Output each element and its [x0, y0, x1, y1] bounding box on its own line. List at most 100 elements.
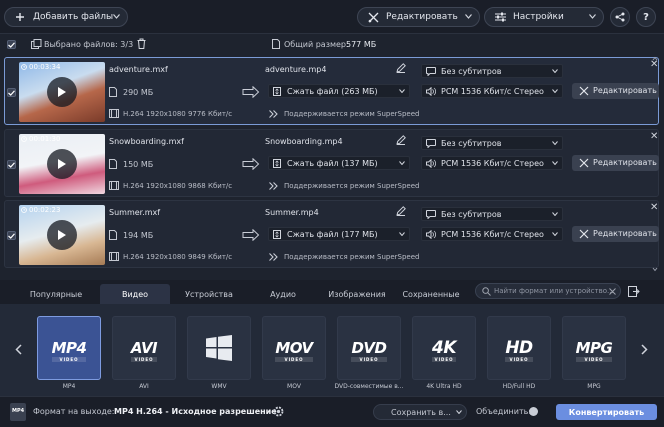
- compress-icon: [273, 230, 281, 239]
- edit-file-button[interactable]: Редактировать: [572, 226, 659, 242]
- format-logo: MOV VIDEO: [275, 340, 313, 362]
- video-thumbnail[interactable]: 00:03:34: [19, 62, 105, 122]
- total-size-label: Общий размер:: [284, 40, 349, 49]
- superspeed-icon: [269, 182, 281, 190]
- subtitles-dropdown[interactable]: Без субтитров: [421, 207, 563, 221]
- file-card[interactable]: 00:03:34 adventure.mxf 290 МБ H.264 1920…: [4, 57, 659, 125]
- output-format-label: Формат на выходе:: [33, 407, 115, 416]
- format-option[interactable]: DVD VIDEO: [337, 316, 401, 380]
- play-button[interactable]: [47, 220, 77, 250]
- file-card[interactable]: 00:01:30 Snowboarding.mxf 150 МБ H.264 1…: [4, 129, 659, 197]
- rename-pencil-icon[interactable]: [396, 63, 406, 73]
- format-logo-subtext: VIDEO: [275, 356, 313, 362]
- save-to-label: Сохранить в...: [391, 408, 451, 417]
- chevron-down-icon: [552, 212, 558, 216]
- sliders-icon: [493, 10, 507, 24]
- superspeed-note: Поддерживается режим SuperSpeed: [284, 182, 420, 190]
- compress-icon: [273, 87, 281, 96]
- audio-track-dropdown[interactable]: PCM 1536 Кбит/с Стерео: [421, 84, 563, 98]
- compress-dropdown[interactable]: Сжать файл (263 МБ): [268, 84, 410, 98]
- convert-button[interactable]: Конвертировать: [556, 404, 657, 420]
- output-file-name[interactable]: Summer.mp4: [265, 208, 319, 217]
- collapse-panel-icon[interactable]: [628, 286, 640, 297]
- format-option[interactable]: AVI VIDEO: [112, 316, 176, 380]
- format-tab[interactable]: Видео: [100, 284, 170, 304]
- format-option-label: HD/Full HD: [502, 383, 536, 390]
- audio-track-dropdown[interactable]: PCM 1536 Кбит/с Стерео: [421, 227, 563, 241]
- selection-info-bar: Выбрано файлов: 3/3 Общий размер: 577 МБ: [0, 35, 664, 54]
- format-tab[interactable]: Популярные: [24, 284, 88, 304]
- total-size-value: 577 МБ: [346, 40, 377, 49]
- source-file-size: 194 МБ: [123, 231, 154, 240]
- format-tab[interactable]: Аудио: [248, 284, 318, 304]
- format-tab[interactable]: Изображения: [322, 284, 392, 304]
- format-logo: 4K VIDEO: [431, 337, 457, 362]
- file-icon: [109, 159, 117, 169]
- edit-file-button[interactable]: Редактировать: [572, 83, 659, 99]
- help-button[interactable]: ?: [636, 7, 656, 27]
- duration-text: 00:02:23: [29, 206, 61, 214]
- video-thumbnail[interactable]: 00:02:23: [19, 205, 105, 265]
- app-window: Добавить файлы Редактировать Настройки ?…: [0, 0, 664, 427]
- add-files-button[interactable]: Добавить файлы: [4, 7, 128, 27]
- format-option[interactable]: [187, 316, 251, 380]
- select-all-checkbox[interactable]: [7, 40, 16, 49]
- format-logo: HD VIDEO: [505, 339, 533, 362]
- audio-track-dropdown[interactable]: PCM 1536 Кбит/с Стерео: [421, 156, 563, 170]
- merge-label: Объединить:: [476, 407, 532, 416]
- clear-search-icon[interactable]: [609, 288, 616, 295]
- output-file-name[interactable]: adventure.mp4: [265, 65, 326, 74]
- output-file-name[interactable]: Snowboarding.mp4: [265, 137, 343, 146]
- play-icon: [57, 86, 67, 98]
- format-option[interactable]: 4K VIDEO: [412, 316, 476, 380]
- file-checkbox[interactable]: [7, 231, 16, 240]
- format-tab[interactable]: Сохраненные: [396, 284, 466, 304]
- chevron-down-icon: [465, 14, 472, 19]
- format-option[interactable]: HD VIDEO: [487, 316, 551, 380]
- file-list-scrollbar[interactable]: [652, 56, 658, 272]
- file-card[interactable]: 00:02:23 Summer.mxf 194 МБ H.264 1920x10…: [4, 200, 659, 268]
- output-settings-gear-icon[interactable]: [272, 405, 285, 418]
- convert-label: Конвертировать: [568, 407, 645, 417]
- chevron-down-icon: [399, 161, 405, 165]
- edit-menu-button[interactable]: Редактировать: [357, 7, 480, 27]
- format-logo-subtext: VIDEO: [51, 356, 87, 362]
- subtitles-dropdown[interactable]: Без субтитров: [421, 136, 563, 150]
- format-option[interactable]: MP4 VIDEO: [37, 316, 101, 380]
- format-option-label: MOV: [287, 383, 301, 390]
- merge-toggle[interactable]: [529, 407, 538, 416]
- file-checkbox[interactable]: [7, 88, 16, 97]
- subtitles-icon: [426, 210, 436, 219]
- format-option[interactable]: MOV VIDEO: [262, 316, 326, 380]
- rename-pencil-icon[interactable]: [396, 206, 406, 216]
- play-button[interactable]: [47, 149, 77, 179]
- source-file-size: 290 МБ: [123, 88, 154, 97]
- scroll-left-icon[interactable]: [15, 344, 22, 355]
- save-to-dropdown[interactable]: Сохранить в...: [373, 404, 467, 420]
- format-logo-text: 4K: [431, 337, 457, 358]
- settings-menu-button[interactable]: Настройки: [484, 7, 604, 27]
- scroll-right-icon[interactable]: [641, 344, 648, 355]
- video-thumbnail[interactable]: 00:01:30: [19, 134, 105, 194]
- chevron-down-icon: [552, 141, 558, 145]
- format-option[interactable]: MPG VIDEO: [562, 316, 626, 380]
- tools-icon: [579, 86, 589, 96]
- play-button[interactable]: [47, 77, 77, 107]
- share-button[interactable]: [610, 7, 630, 27]
- trash-icon[interactable]: [137, 38, 146, 49]
- output-format-value[interactable]: MP4 H.264 - Исходное разрешение: [114, 407, 277, 416]
- format-tab[interactable]: Устройства: [174, 284, 244, 304]
- subtitles-label: Без субтитров: [441, 139, 502, 148]
- superspeed-note: Поддерживается режим SuperSpeed: [284, 253, 420, 261]
- compress-dropdown[interactable]: Сжать файл (177 МБ): [268, 227, 410, 241]
- format-search-box[interactable]: Найти формат или устройство...: [475, 283, 621, 299]
- format-logo-subtext: VIDEO: [431, 356, 456, 362]
- speaker-icon: [426, 159, 436, 168]
- compress-dropdown[interactable]: Сжать файл (137 МБ): [268, 156, 410, 170]
- rename-pencil-icon[interactable]: [396, 135, 406, 145]
- edit-file-button[interactable]: Редактировать: [572, 155, 659, 171]
- duration-badge: 00:01:30: [21, 135, 60, 143]
- subtitles-dropdown[interactable]: Без субтитров: [421, 64, 563, 78]
- file-checkbox[interactable]: [7, 160, 16, 169]
- edit-file-label: Редактировать: [593, 86, 657, 95]
